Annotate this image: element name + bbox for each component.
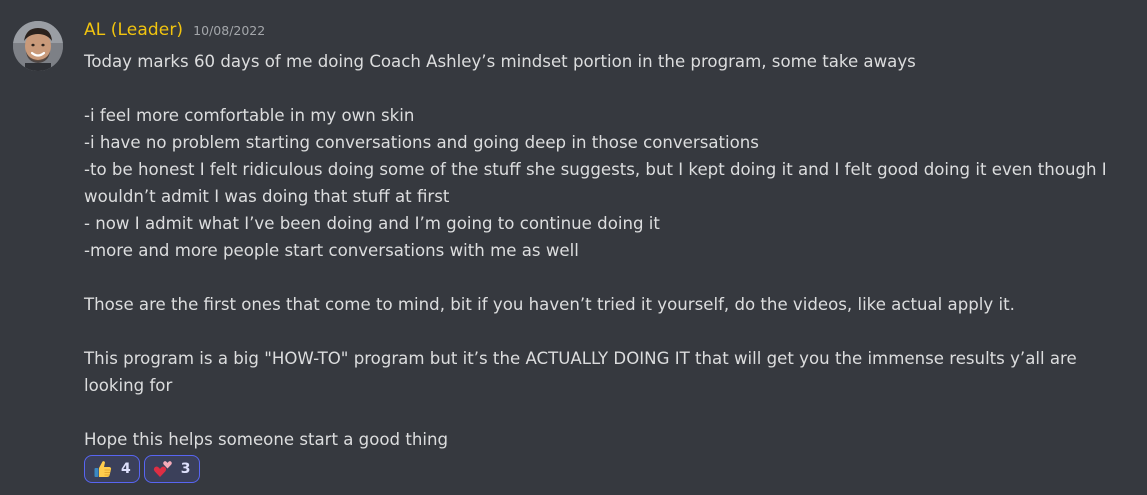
message-line: -to be honest I felt ridiculous doing so… xyxy=(84,160,1107,206)
message-header: AL (Leader) 10/08/2022 xyxy=(84,20,265,46)
message-line xyxy=(84,318,1134,345)
message-line: - now I admit what I’ve been doing and I… xyxy=(84,214,660,233)
message-line: This program is a big "HOW-TO" program b… xyxy=(84,349,1077,395)
message-line: Hope this helps someone start a good thi… xyxy=(84,430,449,449)
avatar-photo-icon xyxy=(13,21,63,71)
two-hearts-icon xyxy=(152,458,174,480)
message-timestamp: 10/08/2022 xyxy=(193,23,266,38)
reaction-two-hearts[interactable]: 3 xyxy=(143,455,200,483)
message-line: Those are the first ones that come to mi… xyxy=(84,295,1015,314)
message-line xyxy=(84,75,1134,102)
reaction-count: 4 xyxy=(121,461,131,477)
message-line: -i have no problem starting conversation… xyxy=(84,133,759,152)
reaction-thumbs-up[interactable]: 4 xyxy=(84,455,140,483)
message-line: -more and more people start conversation… xyxy=(84,241,579,260)
message-line: -i feel more comfortable in my own skin xyxy=(84,106,415,125)
reactions-bar: 4 3 xyxy=(84,455,200,483)
message-line xyxy=(84,399,1134,426)
message-line: Today marks 60 days of me doing Coach As… xyxy=(84,52,916,71)
message-line xyxy=(84,264,1134,291)
reaction-count: 3 xyxy=(180,461,191,477)
user-avatar[interactable] xyxy=(13,21,63,71)
username[interactable]: AL (Leader) xyxy=(84,20,183,40)
message-content: Today marks 60 days of me doing Coach As… xyxy=(84,48,1134,453)
thumbs-up-icon xyxy=(92,458,114,480)
chat-message: AL (Leader) 10/08/2022 Today marks 60 da… xyxy=(0,0,1147,495)
